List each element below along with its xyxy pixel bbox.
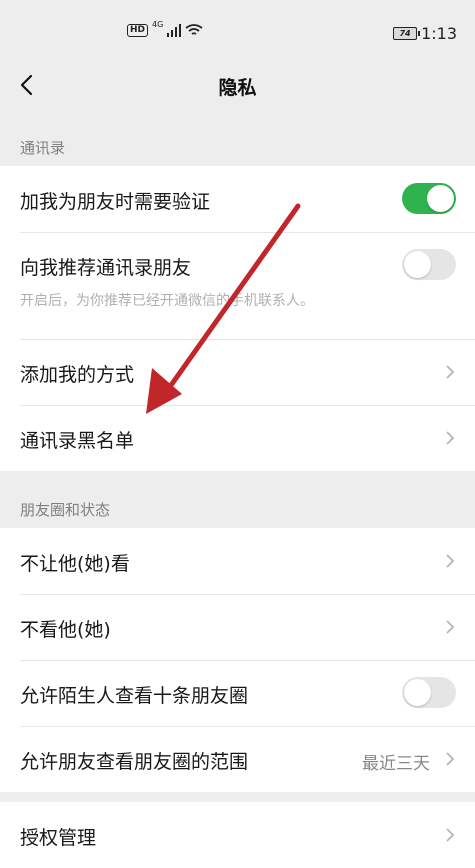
hd-badge: HD xyxy=(127,24,149,37)
page-title: 隐私 xyxy=(218,77,257,99)
signal-icon xyxy=(167,24,182,37)
moments-group: 不让他(她)看 不看他(她) 允许陌生人查看十条朋友圈 允许朋友查看朋友圈的范围… xyxy=(0,528,475,792)
row-friend-verification[interactable]: 加我为朋友时需要验证 xyxy=(0,166,475,232)
chevron-right-icon xyxy=(446,365,455,379)
row-contacts-blacklist[interactable]: 通讯录黑名单 xyxy=(0,405,475,471)
section-header-contacts: 通讯录 xyxy=(20,139,66,157)
row-hide-their-moments[interactable]: 不看他(她) xyxy=(0,594,475,660)
battery-icon: 74 xyxy=(393,27,421,40)
clock: 1:13 xyxy=(421,24,457,43)
row-hide-my-moments[interactable]: 不让他(她)看 xyxy=(0,528,475,594)
section-header-moments: 朋友圈和状态 xyxy=(20,501,111,519)
row-label: 向我推荐通讯录朋友 xyxy=(20,257,192,279)
row-add-methods[interactable]: 添加我的方式 xyxy=(0,339,475,405)
wifi-icon xyxy=(185,24,203,35)
recommend-toggle[interactable] xyxy=(402,249,456,280)
contacts-group: 加我为朋友时需要验证 向我推荐通讯录朋友 开启后，为你推荐已经开通微信的手机联系… xyxy=(0,166,475,471)
network-type: 4G xyxy=(152,20,164,29)
stranger-view-toggle[interactable] xyxy=(402,677,456,708)
toggle-knob xyxy=(404,679,431,706)
auth-group: 授权管理 xyxy=(0,802,475,868)
chevron-right-icon xyxy=(446,620,455,634)
chevron-right-icon xyxy=(446,828,455,842)
chevron-right-icon xyxy=(446,431,455,445)
navigation-bar: 隐私 xyxy=(0,60,475,110)
verification-toggle[interactable] xyxy=(402,183,456,214)
status-right: 74 1:13 xyxy=(393,24,457,43)
status-icons: HD 4G xyxy=(127,20,203,37)
toggle-knob xyxy=(427,185,454,212)
row-recommend-contacts[interactable]: 向我推荐通讯录朋友 开启后，为你推荐已经开通微信的手机联系人。 xyxy=(0,232,475,339)
row-label: 允许朋友查看朋友圈的范围 xyxy=(20,751,249,773)
row-moments-range[interactable]: 允许朋友查看朋友圈的范围 最近三天 xyxy=(0,726,475,792)
row-label: 加我为朋友时需要验证 xyxy=(20,191,211,213)
toggle-knob xyxy=(404,251,431,278)
row-stranger-view[interactable]: 允许陌生人查看十条朋友圈 xyxy=(0,660,475,726)
row-label: 允许陌生人查看十条朋友圈 xyxy=(20,685,249,707)
row-label: 授权管理 xyxy=(20,827,97,849)
chevron-right-icon xyxy=(446,554,455,568)
row-label: 添加我的方式 xyxy=(20,364,135,386)
chevron-right-icon xyxy=(446,752,455,766)
row-authorization[interactable]: 授权管理 xyxy=(0,802,475,868)
status-bar: HD 4G 74 1:13 xyxy=(0,0,475,60)
row-label: 不让他(她)看 xyxy=(20,553,130,575)
row-description: 开启后，为你推荐已经开通微信的手机联系人。 xyxy=(20,293,314,309)
row-label: 通讯录黑名单 xyxy=(20,430,135,452)
row-value: 最近三天 xyxy=(362,754,430,774)
row-label: 不看他(她) xyxy=(20,619,111,641)
